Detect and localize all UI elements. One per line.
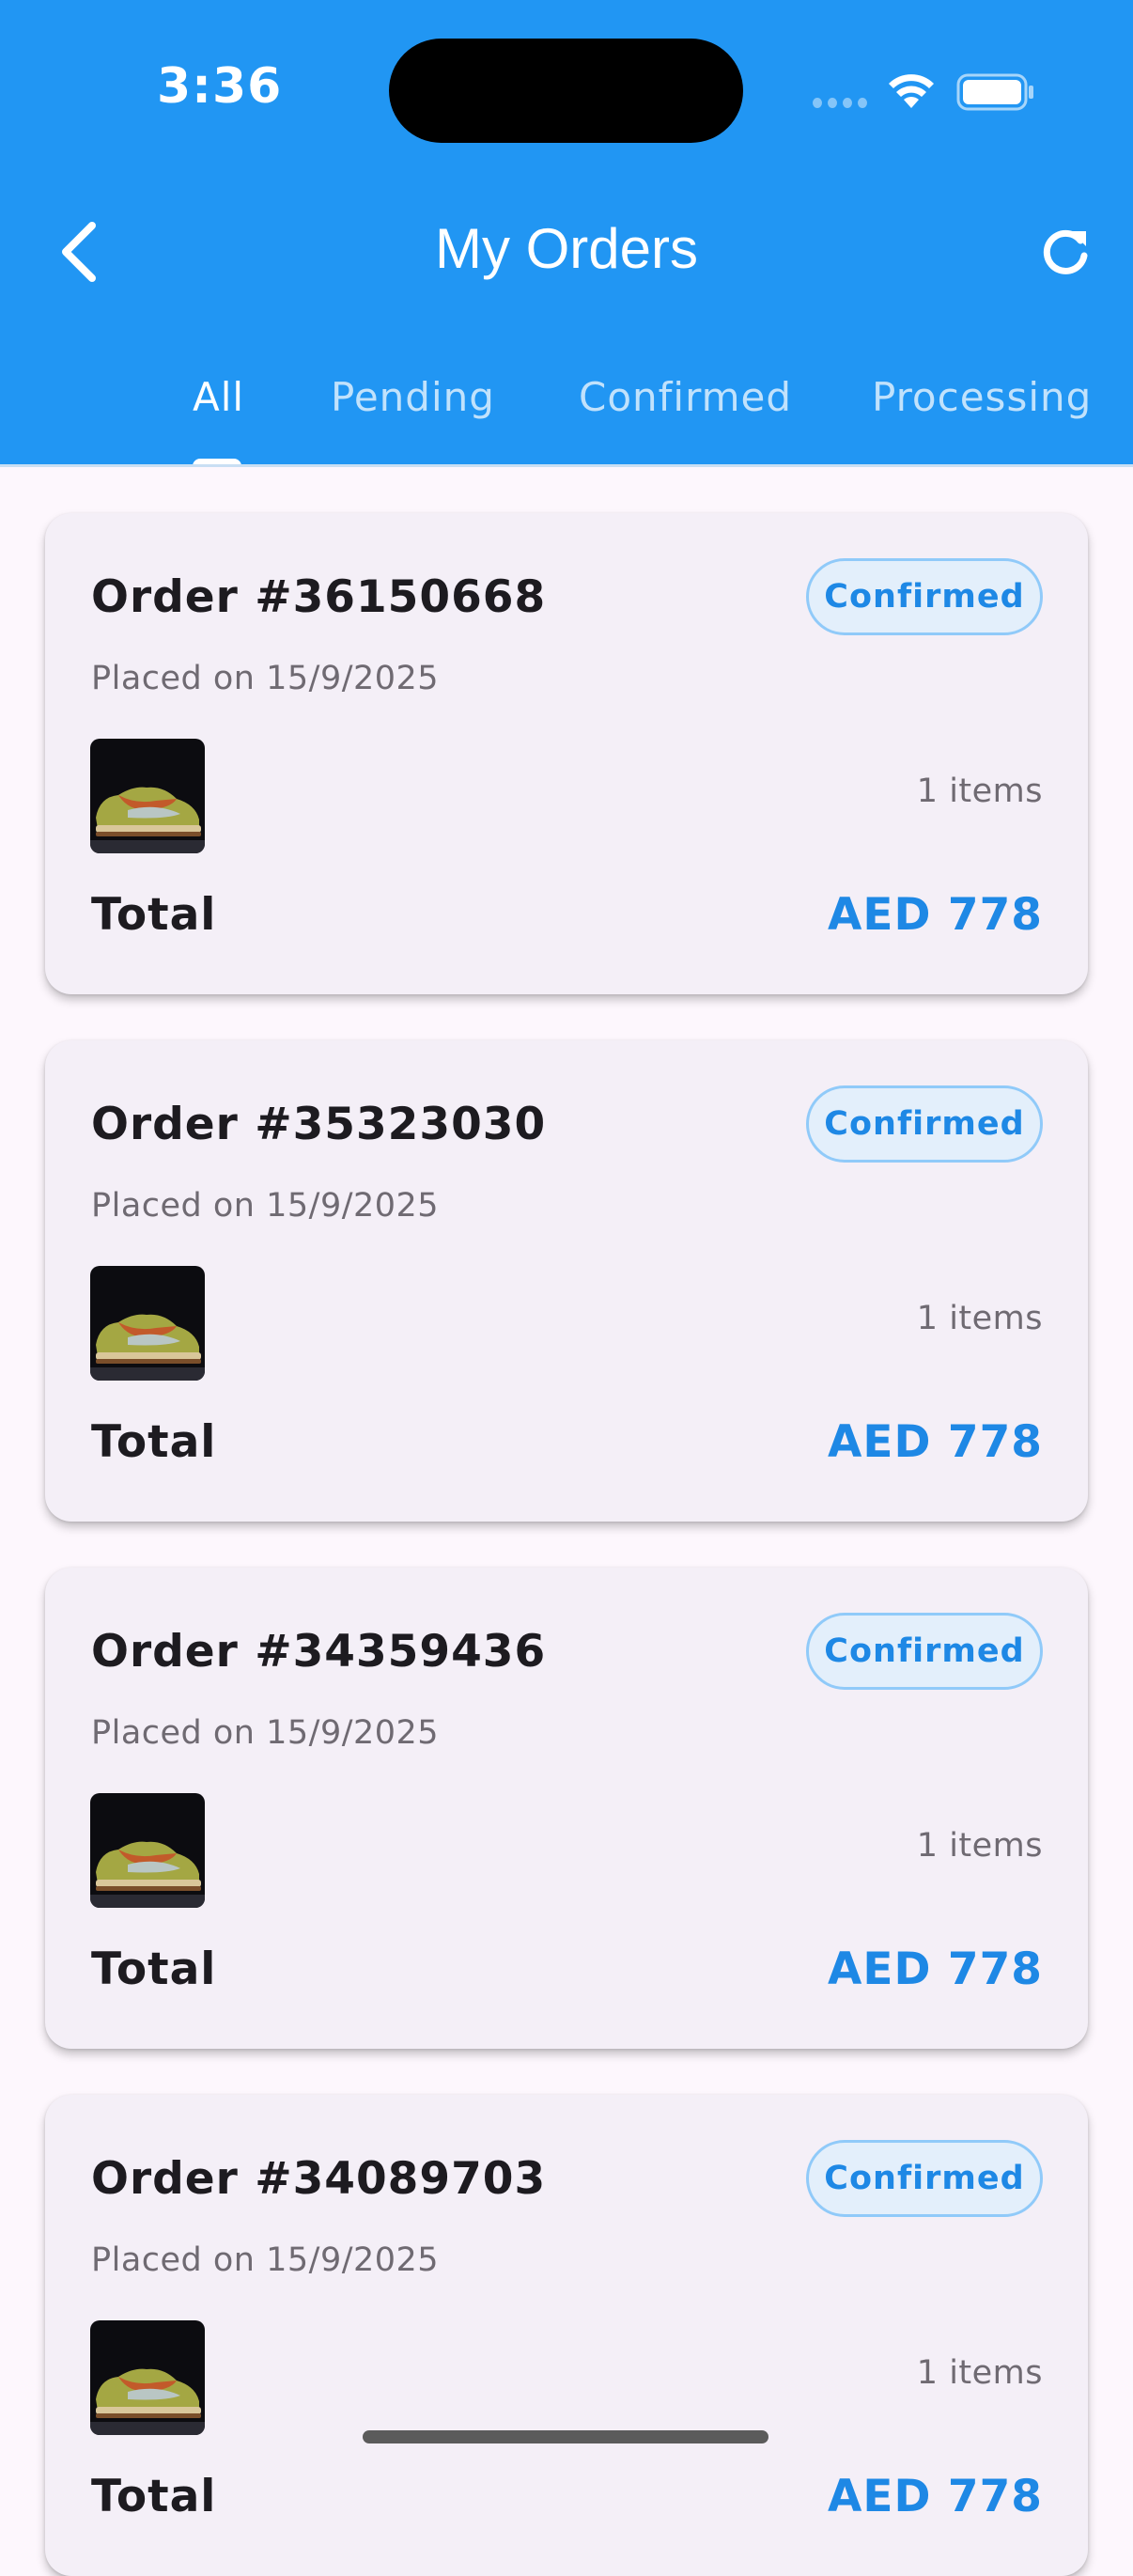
order-date: Placed on 15/9/2025 [91, 2241, 440, 2279]
total-label: Total [91, 889, 217, 941]
product-thumbnail [90, 739, 205, 853]
order-date: Placed on 15/9/2025 [91, 1714, 440, 1752]
total-amount: AED 778 [828, 2471, 1043, 2522]
item-count: 1 items [916, 1827, 1043, 1865]
battery-icon [956, 73, 1033, 111]
refresh-icon[interactable] [1037, 224, 1094, 280]
order-title: Order #34359436 [91, 1626, 547, 1678]
home-indicator[interactable] [363, 2430, 768, 2443]
order-title: Order #35323030 [91, 1099, 547, 1150]
order-card[interactable]: Order #34359436 Confirmed Placed on 15/9… [45, 1568, 1088, 2049]
tab-all[interactable]: All [193, 374, 244, 420]
total-label: Total [91, 2471, 217, 2522]
wifi-icon [889, 74, 934, 108]
total-amount: AED 778 [828, 889, 1043, 941]
order-title: Order #36150668 [91, 571, 547, 623]
item-count: 1 items [916, 1300, 1043, 1337]
status-badge: Confirmed [806, 1613, 1043, 1690]
tab-confirmed[interactable]: Confirmed [579, 374, 792, 420]
product-thumbnail [90, 1266, 205, 1381]
status-badge: Confirmed [806, 1085, 1043, 1163]
product-thumbnail [90, 2320, 205, 2435]
item-count: 1 items [916, 2354, 1043, 2392]
dynamic-island [389, 39, 743, 143]
cellular-signal-icon [813, 98, 867, 109]
status-badge: Confirmed [806, 2140, 1043, 2217]
order-status-tabs: All Pending Confirmed Processing [0, 357, 1133, 466]
sneaker-image-icon [90, 1266, 205, 1381]
status-bar-time: 3:36 [157, 58, 283, 115]
order-date: Placed on 15/9/2025 [91, 1187, 440, 1225]
order-card[interactable]: Order #36150668 Confirmed Placed on 15/9… [45, 513, 1088, 994]
tab-processing[interactable]: Processing [872, 374, 1092, 420]
header-divider [0, 464, 1133, 467]
app-header: 3:36 My Orders All Pending Confirmed Pro… [0, 0, 1133, 466]
total-amount: AED 778 [828, 1416, 1043, 1468]
total-label: Total [91, 1944, 217, 1995]
total-label: Total [91, 1416, 217, 1468]
order-card[interactable]: Order #35323030 Confirmed Placed on 15/9… [45, 1040, 1088, 1522]
tab-pending[interactable]: Pending [331, 374, 495, 420]
order-card[interactable]: Order #34089703 Confirmed Placed on 15/9… [45, 2095, 1088, 2576]
status-badge: Confirmed [806, 558, 1043, 635]
sneaker-image-icon [90, 2320, 205, 2435]
item-count: 1 items [916, 773, 1043, 810]
product-thumbnail [90, 1793, 205, 1908]
page-title: My Orders [434, 217, 699, 280]
sneaker-image-icon [90, 1793, 205, 1908]
order-title: Order #34089703 [91, 2153, 547, 2205]
total-amount: AED 778 [828, 1944, 1043, 1995]
sneaker-image-icon [90, 739, 205, 853]
order-date: Placed on 15/9/2025 [91, 660, 440, 697]
